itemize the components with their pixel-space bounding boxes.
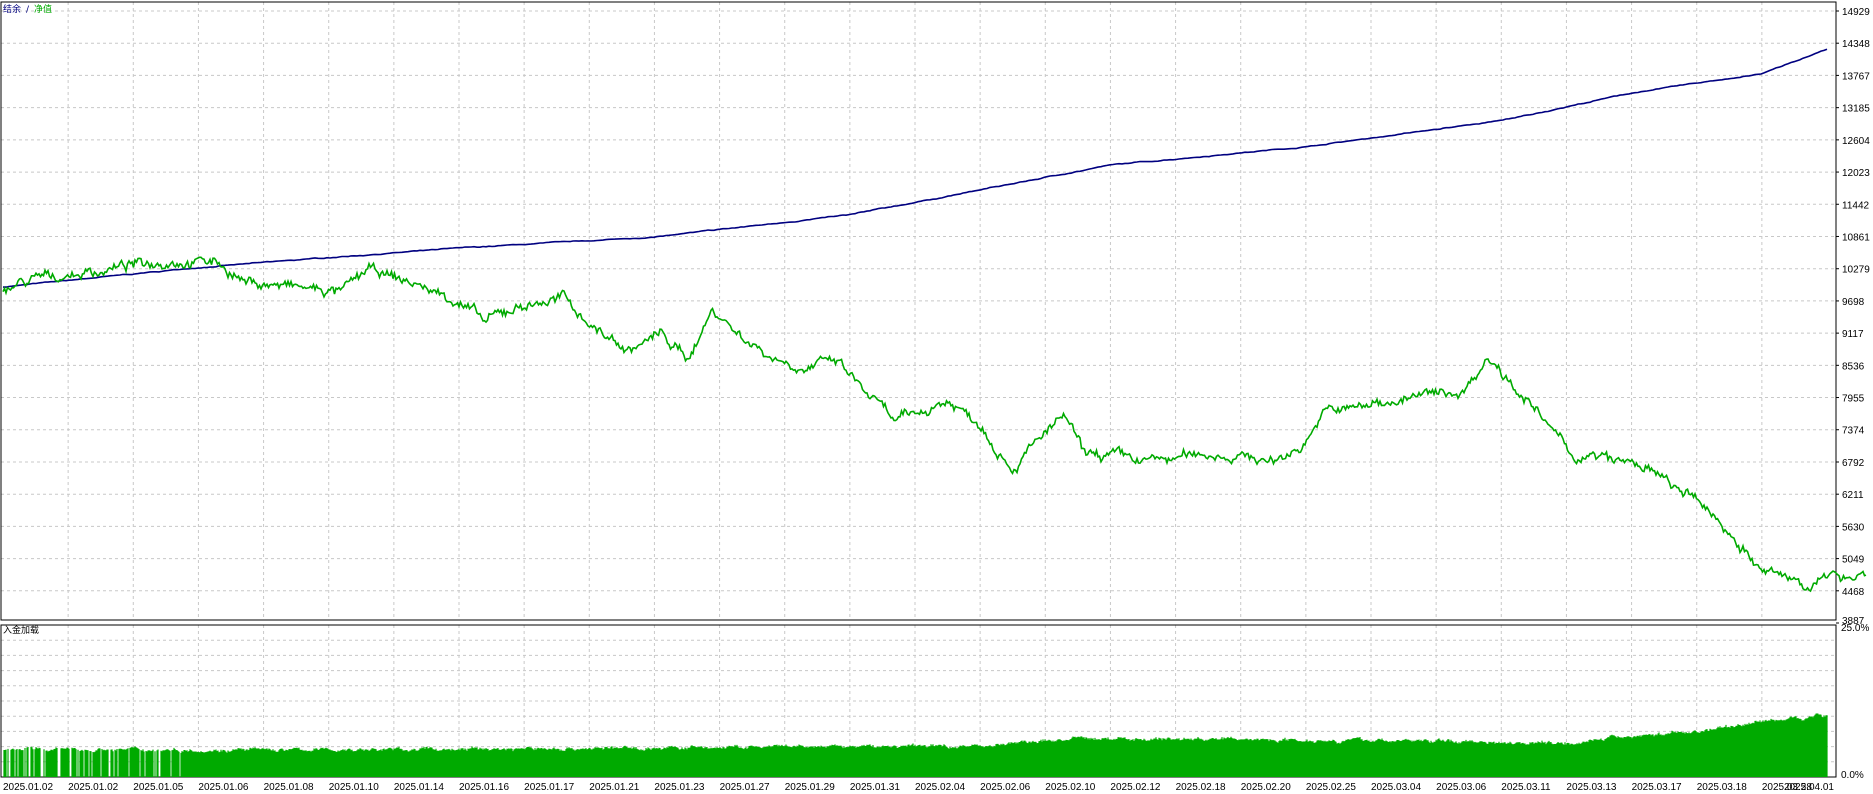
sub-y-tick-label: 25.0%: [1841, 623, 1869, 634]
x-tick-label: 2025.03.13: [1566, 782, 1616, 793]
x-tick-label: 2025.01.31: [850, 782, 900, 793]
x-tick-label: 2025.03.06: [1436, 782, 1486, 793]
series-layer: [2, 48, 1867, 777]
x-tick-label: 2025.02.06: [980, 782, 1030, 793]
x-tick-label: 2025.01.27: [720, 782, 770, 793]
x-tick-label: 2025.03.18: [1697, 782, 1747, 793]
y-tick-label: 9117: [1842, 329, 1864, 340]
x-tick-label: 2025.03.11: [1501, 782, 1551, 793]
y-tick-label: 6211: [1842, 490, 1864, 501]
x-tick-label: 2025.01.06: [198, 782, 248, 793]
x-tick-label: 2025.02.18: [1176, 782, 1226, 793]
x-tick-label: 2025.01.02: [68, 782, 118, 793]
y-tick-label: 14348: [1842, 39, 1870, 50]
series-line-balance: [3, 48, 1828, 288]
y-tick-label: 7374: [1842, 426, 1865, 437]
chart-canvas: 14929 14348 13767 13185 12604 12023 11442 10861…: [0, 1, 1870, 793]
y-tick-label: 10279: [1842, 265, 1870, 276]
x-tick-label: 2025.01.16: [459, 782, 509, 793]
x-tick-label: 2025.01.02: [3, 782, 53, 793]
x-tick-label: 2025.01.17: [524, 782, 574, 793]
y-tick-label: 13767: [1842, 71, 1870, 82]
sub-y-tick-label: 0.0%: [1841, 770, 1864, 781]
x-tick-label: 2025.01.08: [264, 782, 314, 793]
x-tick-label: 2025.02.20: [1241, 782, 1291, 793]
y-tick-label: 10861: [1842, 232, 1870, 243]
y-tick-label: 6792: [1842, 458, 1865, 469]
y-tick-label: 5630: [1842, 522, 1865, 533]
chart-frames: [0, 1, 1837, 778]
x-tick-label: 2025.02.25: [1306, 782, 1356, 793]
y-tick-label: 9698: [1842, 297, 1865, 308]
x-tick-label: 2025.04.01: [1784, 782, 1834, 793]
x-tick-label: 2025.01.29: [785, 782, 835, 793]
y-tick-label: 13185: [1842, 104, 1870, 115]
y-tick-label: 8536: [1842, 361, 1865, 372]
x-tick-label: 2025.03.17: [1632, 782, 1682, 793]
series-line-equity: [2, 256, 1867, 593]
grid-lines: [1, 2, 1836, 777]
x-tick-label: 2025.01.10: [329, 782, 379, 793]
x-tick-label: 2025.01.14: [394, 782, 444, 793]
x-tick-label: 2025.01.05: [133, 782, 183, 793]
y-tick-label: 12023: [1842, 168, 1870, 179]
legend-equity-label: 净值: [34, 3, 52, 15]
y-axis-ticks: 14929 14348 13767 13185 12604 12023 11442 10861…: [1836, 7, 1870, 781]
x-tick-label: 2025.02.04: [915, 782, 965, 793]
x-tick-label: 2025.03.04: [1371, 782, 1421, 793]
legend-balance-label: 结余: [3, 3, 21, 15]
y-tick-label: 4468: [1842, 587, 1865, 598]
x-tick-label: 2025.01.23: [654, 782, 704, 793]
y-tick-label: 12604: [1842, 136, 1870, 147]
y-tick-label: 14929: [1842, 7, 1870, 18]
y-tick-label: 11442: [1842, 200, 1870, 211]
x-tick-label: 2025.02.12: [1110, 782, 1160, 793]
main-panel-frame: [0, 1, 1837, 621]
legend-separator: /: [26, 5, 30, 15]
y-tick-label: 5049: [1842, 555, 1865, 566]
y-tick-label: 7955: [1842, 394, 1865, 405]
subwindow-label: 入金加载: [3, 624, 39, 636]
legend: 结余 / 净值: [3, 3, 52, 15]
x-tick-label: 2025.02.10: [1045, 782, 1095, 793]
x-tick-label: 2025.01.21: [589, 782, 639, 793]
x-axis-ticks: 2025.01.02 2025.01.02 2025.01.05 2025.01.06…: [3, 782, 1834, 793]
